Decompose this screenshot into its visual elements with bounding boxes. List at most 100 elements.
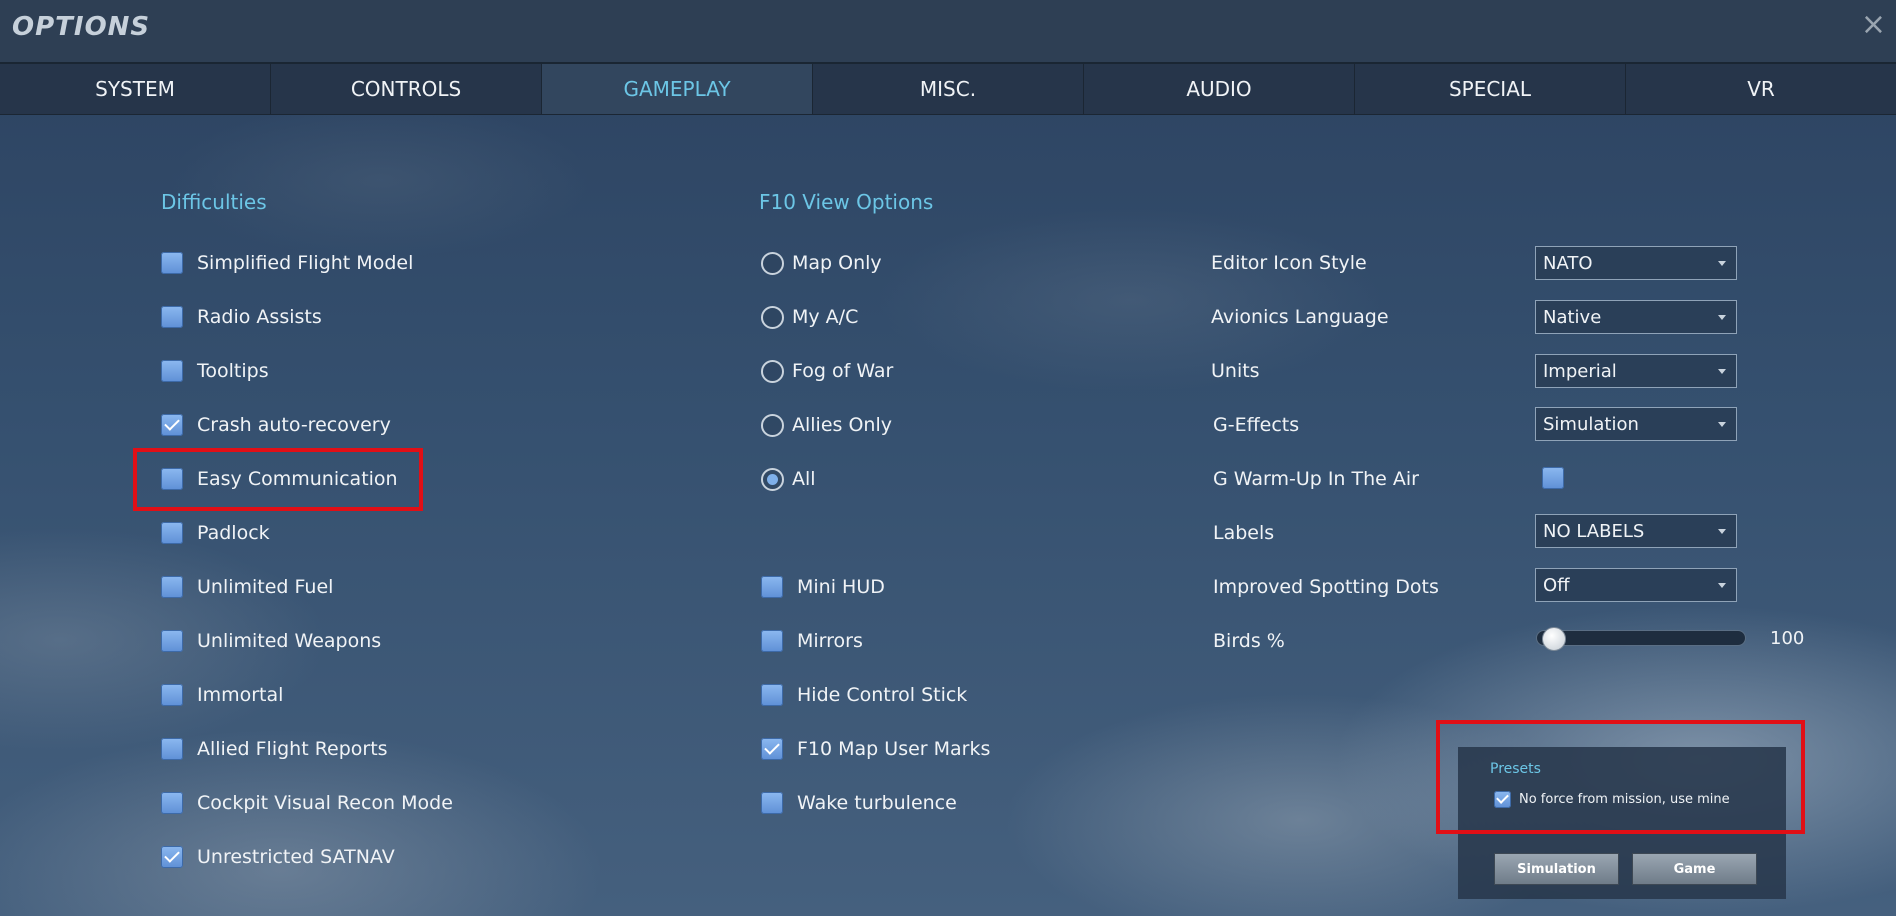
- improved-spotting-dots-select[interactable]: Off: [1535, 568, 1737, 602]
- tooltips-option[interactable]: Tooltips: [161, 356, 269, 386]
- unrestricted-satnav-option[interactable]: Unrestricted SATNAV: [161, 842, 395, 872]
- simplified-flight-model-option[interactable]: Simplified Flight Model: [161, 248, 413, 278]
- easy-communication-checkbox[interactable]: [161, 468, 183, 490]
- labels-select[interactable]: NO LABELS: [1535, 514, 1737, 548]
- labels-label: Labels: [1213, 522, 1275, 544]
- mini-hud-checkbox[interactable]: [761, 576, 783, 598]
- allies-only-label: Allies Only: [792, 414, 892, 436]
- g-warmup-checkbox[interactable]: [1542, 467, 1564, 489]
- hide-control-stick-checkbox[interactable]: [761, 684, 783, 706]
- map-only-option[interactable]: Map Only: [761, 248, 882, 278]
- all-label: All: [792, 468, 816, 490]
- hide-control-stick-option[interactable]: Hide Control Stick: [761, 680, 967, 710]
- f10-map-user-marks-checkbox[interactable]: [761, 738, 783, 760]
- easy-communication-label: Easy Communication: [197, 468, 398, 490]
- unlimited-weapons-option[interactable]: Unlimited Weapons: [161, 626, 381, 656]
- mirrors-checkbox[interactable]: [761, 630, 783, 652]
- mirrors-option[interactable]: Mirrors: [761, 626, 863, 656]
- map-only-radio[interactable]: [761, 251, 784, 275]
- chevron-down-icon: [1718, 583, 1726, 588]
- fog-of-war-option[interactable]: Fog of War: [761, 356, 893, 386]
- g-effects-value: Simulation: [1543, 413, 1639, 435]
- wake-turbulence-checkbox[interactable]: [761, 792, 783, 814]
- fog-of-war-radio[interactable]: [761, 359, 784, 383]
- all-option[interactable]: All: [761, 464, 816, 494]
- chevron-down-icon: [1718, 529, 1726, 534]
- allied-flight-reports-checkbox[interactable]: [161, 738, 183, 760]
- avionics-language-select[interactable]: Native: [1535, 300, 1737, 334]
- padlock-option[interactable]: Padlock: [161, 518, 270, 548]
- hide-control-stick-label: Hide Control Stick: [797, 684, 968, 706]
- tab-audio[interactable]: AUDIO: [1084, 64, 1355, 114]
- wake-turbulence-option[interactable]: Wake turbulence: [761, 788, 957, 818]
- improved-spotting-dots-value: Off: [1543, 574, 1570, 596]
- fog-of-war-label: Fog of War: [792, 360, 894, 382]
- crash-auto-recovery-label: Crash auto-recovery: [197, 414, 391, 436]
- mini-hud-option[interactable]: Mini HUD: [761, 572, 885, 602]
- chevron-down-icon: [1718, 422, 1726, 427]
- unlimited-fuel-label: Unlimited Fuel: [197, 576, 334, 598]
- unrestricted-satnav-label: Unrestricted SATNAV: [197, 846, 395, 868]
- no-force-from-mission-option[interactable]: No force from mission, use mine: [1494, 791, 1730, 808]
- tab-misc[interactable]: MISC.: [813, 64, 1084, 114]
- tooltips-label: Tooltips: [197, 360, 269, 382]
- tab-special[interactable]: SPECIAL: [1355, 64, 1626, 114]
- f10-view-options-title: F10 View Options: [759, 190, 934, 214]
- crash-auto-recovery-checkbox[interactable]: [161, 414, 183, 436]
- unrestricted-satnav-checkbox[interactable]: [161, 846, 183, 868]
- close-icon[interactable]: ×: [1861, 10, 1886, 40]
- immortal-label: Immortal: [197, 684, 284, 706]
- simulation-preset-button[interactable]: Simulation: [1494, 853, 1619, 885]
- editor-icon-style-select[interactable]: NATO: [1535, 246, 1737, 280]
- presets-panel: Presets No force from mission, use mine …: [1458, 747, 1786, 899]
- game-preset-button[interactable]: Game: [1632, 853, 1757, 885]
- easy-communication-option[interactable]: Easy Communication: [161, 464, 398, 494]
- immortal-checkbox[interactable]: [161, 684, 183, 706]
- tab-controls[interactable]: CONTROLS: [271, 64, 542, 114]
- chevron-down-icon: [1718, 261, 1726, 266]
- title-bar: OPTIONS ×: [0, 0, 1896, 64]
- unlimited-fuel-checkbox[interactable]: [161, 576, 183, 598]
- editor-icon-style-label: Editor Icon Style: [1211, 252, 1367, 274]
- allied-flight-reports-option[interactable]: Allied Flight Reports: [161, 734, 388, 764]
- unlimited-weapons-checkbox[interactable]: [161, 630, 183, 652]
- allies-only-radio[interactable]: [761, 413, 784, 437]
- wake-turbulence-label: Wake turbulence: [797, 792, 957, 814]
- units-select[interactable]: Imperial: [1535, 354, 1737, 388]
- units-label: Units: [1211, 360, 1260, 382]
- birds-slider[interactable]: [1536, 627, 1746, 651]
- cockpit-visual-recon-mode-label: Cockpit Visual Recon Mode: [197, 792, 453, 814]
- g-effects-select[interactable]: Simulation: [1535, 407, 1737, 441]
- my-ac-radio[interactable]: [761, 305, 784, 329]
- g-effects-label: G-Effects: [1213, 414, 1300, 436]
- simplified-flight-model-label: Simplified Flight Model: [197, 252, 414, 274]
- birds-label: Birds %: [1213, 630, 1285, 652]
- crash-auto-recovery-option[interactable]: Crash auto-recovery: [161, 410, 391, 440]
- padlock-checkbox[interactable]: [161, 522, 183, 544]
- tab-vr[interactable]: VR: [1626, 64, 1896, 114]
- f10-map-user-marks-label: F10 Map User Marks: [797, 738, 991, 760]
- no-force-from-mission-label: No force from mission, use mine: [1519, 792, 1730, 807]
- f10-map-user-marks-option[interactable]: F10 Map User Marks: [761, 734, 990, 764]
- mirrors-label: Mirrors: [797, 630, 863, 652]
- unlimited-fuel-option[interactable]: Unlimited Fuel: [161, 572, 333, 602]
- labels-value: NO LABELS: [1543, 520, 1645, 542]
- all-radio[interactable]: [761, 467, 784, 491]
- immortal-option[interactable]: Immortal: [161, 680, 283, 710]
- cockpit-visual-recon-mode-checkbox[interactable]: [161, 792, 183, 814]
- radio-assists-option[interactable]: Radio Assists: [161, 302, 322, 332]
- unlimited-weapons-label: Unlimited Weapons: [197, 630, 382, 652]
- simplified-flight-model-checkbox[interactable]: [161, 252, 183, 274]
- chevron-down-icon: [1718, 315, 1726, 320]
- tooltips-checkbox[interactable]: [161, 360, 183, 382]
- tab-system[interactable]: SYSTEM: [0, 64, 271, 114]
- allies-only-option[interactable]: Allies Only: [761, 410, 892, 440]
- tab-gameplay[interactable]: GAMEPLAY: [542, 64, 813, 114]
- no-force-from-mission-checkbox[interactable]: [1494, 791, 1511, 808]
- my-ac-option[interactable]: My A/C: [761, 302, 858, 332]
- radio-assists-checkbox[interactable]: [161, 306, 183, 328]
- cockpit-visual-recon-mode-option[interactable]: Cockpit Visual Recon Mode: [161, 788, 453, 818]
- units-value: Imperial: [1543, 360, 1617, 382]
- presets-title: Presets: [1490, 761, 1541, 777]
- birds-slider-handle[interactable]: [1542, 627, 1566, 651]
